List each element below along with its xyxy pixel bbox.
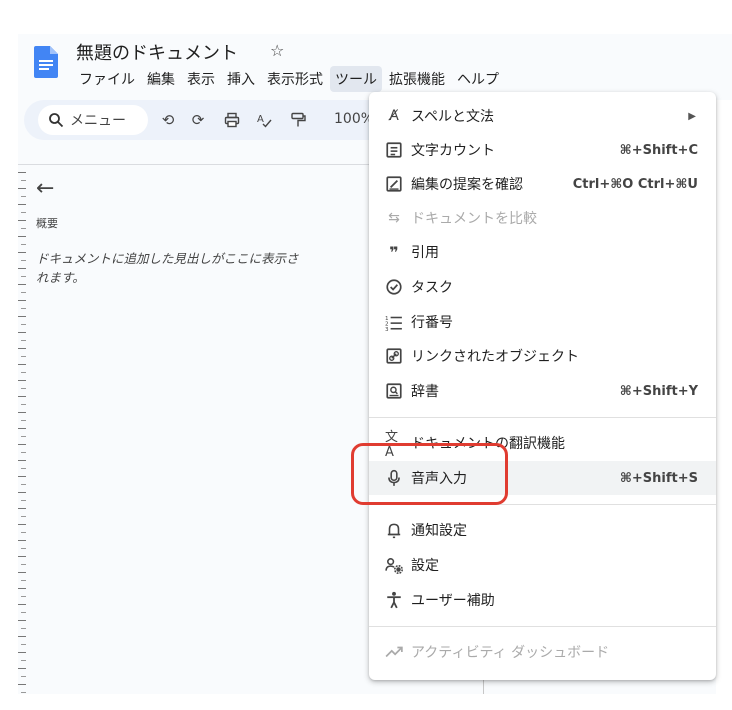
outline-heading: 概要 <box>36 217 58 230</box>
menu-item-shortcut: ⌘+Shift+Y <box>619 383 698 399</box>
menu-item-label: 編集の提案を確認 <box>411 177 523 193</box>
menu-item-label: 設定 <box>411 558 439 574</box>
tools-menu: A̸ スペルと文法 ▶ 文字カウント ⌘+Shift+C 編集の提案を確認 Ct… <box>369 92 716 680</box>
menu-help[interactable]: ヘルプ <box>452 66 504 92</box>
activity-trend-icon <box>385 646 403 658</box>
accessibility-icon <box>387 591 401 609</box>
print-icon[interactable] <box>224 112 240 128</box>
menu-item-label: 文字カウント <box>411 143 495 159</box>
menu-item-word-count[interactable]: 文字カウント ⌘+Shift+C <box>369 133 716 167</box>
menu-bar: ファイル 編集 表示 挿入 表示形式 ツール 拡張機能 ヘルプ <box>74 66 506 92</box>
menu-item-label: ユーザー補助 <box>411 593 495 609</box>
menu-item-review-edits[interactable]: 編集の提案を確認 Ctrl+⌘O Ctrl+⌘U <box>369 167 716 201</box>
search-menus-button[interactable]: メニュー <box>38 105 148 135</box>
menu-item-label: 辞書 <box>411 384 439 400</box>
menu-item-label: タスク <box>411 280 453 296</box>
highlight-callout <box>351 443 508 505</box>
dictionary-icon <box>386 383 402 399</box>
menu-item-citations[interactable]: ❞ 引用 <box>369 235 716 269</box>
menu-extensions[interactable]: 拡張機能 <box>384 66 450 92</box>
menu-separator <box>369 417 716 418</box>
menu-item-shortcut: Ctrl+⌘O Ctrl+⌘U <box>572 176 698 192</box>
redo-icon[interactable]: ⟳ <box>190 112 206 128</box>
menu-item-compare-documents: ⇆ ドキュメントを比較 <box>369 201 716 235</box>
menu-item-label: アクティビティ ダッシュボード <box>411 645 610 661</box>
task-check-icon <box>386 279 402 295</box>
star-icon[interactable]: ☆ <box>270 41 284 60</box>
menu-format[interactable]: 表示形式 <box>262 66 328 92</box>
menu-item-dictionary[interactable]: 辞書 ⌘+Shift+Y <box>369 374 716 408</box>
menu-insert[interactable]: 挿入 <box>222 66 260 92</box>
document-outline-panel: ← 概要 ドキュメントに追加した見出しがここに表示されます。 <box>36 176 396 287</box>
docs-logo-icon[interactable] <box>34 46 58 78</box>
menu-view[interactable]: 表示 <box>182 66 220 92</box>
menu-item-accessibility[interactable]: ユーザー補助 <box>369 583 716 617</box>
menu-item-label: リンクされたオブジェクト <box>411 349 579 365</box>
menu-tools[interactable]: ツール <box>330 66 382 92</box>
menu-item-shortcut: ⌘+Shift+S <box>619 470 698 486</box>
menu-edit[interactable]: 編集 <box>142 66 180 92</box>
menu-item-label: 行番号 <box>411 315 453 331</box>
menu-item-tasks[interactable]: タスク <box>369 270 716 304</box>
vertical-ruler-minor <box>21 180 26 694</box>
svg-text:A: A <box>257 114 264 125</box>
menu-item-line-numbers[interactable]: 1 2 3 行番号 <box>369 305 716 339</box>
preferences-icon <box>385 558 403 574</box>
undo-icon[interactable]: ⟲ <box>160 112 176 128</box>
outline-empty-hint: ドキュメントに追加した見出しがここに表示されます。 <box>36 251 299 285</box>
spellcheck-icon: A̸ <box>389 108 399 124</box>
quote-icon: ❞ <box>389 242 399 262</box>
menu-item-label: ドキュメントを比較 <box>411 211 537 227</box>
menu-item-notification-settings[interactable]: 通知設定 <box>369 513 716 547</box>
back-arrow-icon[interactable]: ← <box>36 176 396 201</box>
linked-object-icon <box>386 348 402 364</box>
document-page[interactable] <box>716 100 732 694</box>
submenu-arrow-icon: ▶ <box>688 110 696 122</box>
menu-item-shortcut: ⌘+Shift+C <box>619 142 698 158</box>
compare-icon: ⇆ <box>388 210 400 226</box>
menu-item-linked-objects[interactable]: リンクされたオブジェクト <box>369 339 716 373</box>
menu-item-activity-dashboard: アクティビティ ダッシュボード <box>369 635 716 669</box>
word-count-icon <box>386 142 402 158</box>
spellcheck-toolbar-icon[interactable]: A <box>256 112 272 128</box>
document-title[interactable]: 無題のドキュメント <box>76 39 238 65</box>
search-menus-label: メニュー <box>70 113 126 129</box>
menu-item-spelling-grammar[interactable]: A̸ スペルと文法 ▶ <box>369 99 716 133</box>
paint-format-icon[interactable] <box>290 112 306 128</box>
svg-text:3: 3 <box>385 327 389 331</box>
menu-file[interactable]: ファイル <box>74 66 140 92</box>
review-edits-icon <box>386 176 402 192</box>
menu-item-label: 引用 <box>411 245 439 261</box>
bell-icon <box>387 523 401 539</box>
menu-item-preferences[interactable]: 設定 <box>369 548 716 582</box>
line-numbers-icon: 1 2 3 <box>385 316 402 331</box>
search-icon <box>49 113 64 128</box>
menu-item-label: スペルと文法 <box>411 109 495 125</box>
menu-item-label: 通知設定 <box>411 523 467 539</box>
menu-separator <box>369 626 716 627</box>
